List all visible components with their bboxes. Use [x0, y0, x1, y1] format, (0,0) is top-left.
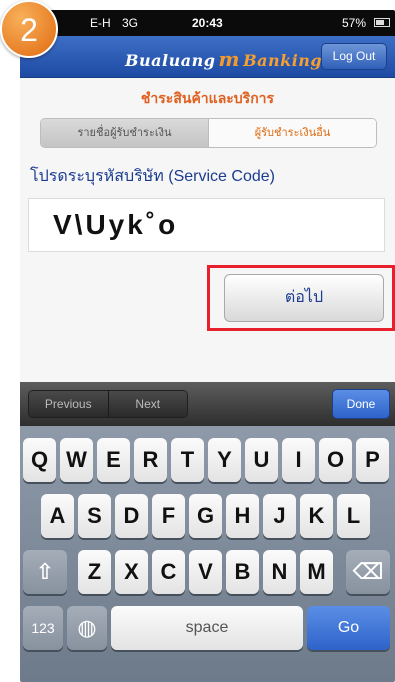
keyboard-row-4: 123 ◍ space Go — [20, 606, 395, 656]
key-v[interactable]: V — [189, 550, 222, 594]
page-title: ชำระสินค้าและบริการ — [140, 90, 275, 106]
tab-other-payees[interactable]: ผู้รับชำระเงินอื่น — [208, 119, 376, 147]
highlight-box — [207, 265, 395, 331]
time-label: 20:43 — [192, 16, 223, 30]
key-k[interactable]: K — [300, 494, 333, 538]
battery-label: 57% — [342, 16, 367, 30]
done-button[interactable]: Done — [332, 389, 390, 419]
key-r[interactable]: R — [134, 438, 167, 482]
key-a[interactable]: A — [41, 494, 74, 538]
app-logo: Bualuang m Banking — [125, 47, 322, 71]
keyboard-row-2: A S D F G H J K L — [20, 494, 395, 544]
tab-registered-payees[interactable]: รายชื่อผู้รับชำระเงิน — [41, 119, 208, 147]
key-w[interactable]: W — [60, 438, 93, 482]
go-key[interactable]: Go — [307, 606, 390, 650]
key-o[interactable]: O — [319, 438, 352, 482]
key-i[interactable]: I — [282, 438, 315, 482]
key-d[interactable]: D — [115, 494, 148, 538]
keyboard-row-1: Q W E R T Y U I O P — [20, 438, 395, 488]
form-accessory-bar: Previous Next Done — [20, 382, 395, 426]
delete-key-icon[interactable]: ⌫ — [346, 550, 390, 594]
status-bar: E-H 3G 20:43 57% — [20, 10, 395, 36]
app-header: Bualuang m Banking Log Out — [20, 36, 395, 78]
key-b[interactable]: B — [226, 550, 259, 594]
logo-m-icon: m — [218, 47, 241, 71]
key-u[interactable]: U — [245, 438, 278, 482]
key-g[interactable]: G — [189, 494, 222, 538]
key-l[interactable]: L — [337, 494, 370, 538]
prev-next-group: Previous Next — [28, 390, 188, 418]
key-f[interactable]: F — [152, 494, 185, 538]
space-key[interactable]: space — [111, 606, 303, 650]
key-p[interactable]: P — [356, 438, 389, 482]
key-y[interactable]: Y — [208, 438, 241, 482]
logo-text-banking: Banking — [243, 51, 323, 70]
battery-icon — [374, 18, 390, 27]
service-code-input[interactable]: V\Uyk˚o — [28, 198, 385, 252]
key-m[interactable]: M — [300, 550, 333, 594]
shift-key-icon[interactable]: ⇧ — [23, 550, 67, 594]
globe-key-icon[interactable]: ◍ — [67, 606, 107, 650]
service-code-label: โปรดระบุรหัสบริษัท (Service Code) — [30, 168, 275, 185]
key-s[interactable]: S — [78, 494, 111, 538]
key-z[interactable]: Z — [78, 550, 111, 594]
phone-screen: E-H 3G 20:43 57% Bualuang m Banking Log Ou… — [20, 10, 395, 682]
key-t[interactable]: T — [171, 438, 204, 482]
key-c[interactable]: C — [152, 550, 185, 594]
network-label: 3G — [122, 16, 139, 30]
keyboard: Q W E R T Y U I O P A S D F G H J K L ⇧ … — [20, 426, 395, 682]
logo-text-bualuang: Bualuang — [125, 51, 216, 70]
payee-segmented-control: รายชื่อผู้รับชำระเงิน ผู้รับชำระเงินอื่น — [40, 118, 377, 148]
logout-button[interactable]: Log Out — [321, 43, 387, 70]
key-j[interactable]: J — [263, 494, 296, 538]
numbers-key[interactable]: 123 — [23, 606, 63, 650]
next-field-button[interactable]: Next — [107, 391, 187, 417]
main-content: ชำระสินค้าและบริการ รายชื่อผู้รับชำระเงิ… — [20, 78, 395, 382]
key-e[interactable]: E — [97, 438, 130, 482]
key-n[interactable]: N — [263, 550, 296, 594]
key-h[interactable]: H — [226, 494, 259, 538]
carrier-label: E-H — [90, 16, 111, 30]
previous-button[interactable]: Previous — [29, 391, 108, 417]
key-q[interactable]: Q — [23, 438, 56, 482]
keyboard-row-3: ⇧ Z X C V B N M ⌫ — [20, 550, 395, 600]
key-x[interactable]: X — [115, 550, 148, 594]
step-number-badge: 2 — [0, 0, 58, 58]
